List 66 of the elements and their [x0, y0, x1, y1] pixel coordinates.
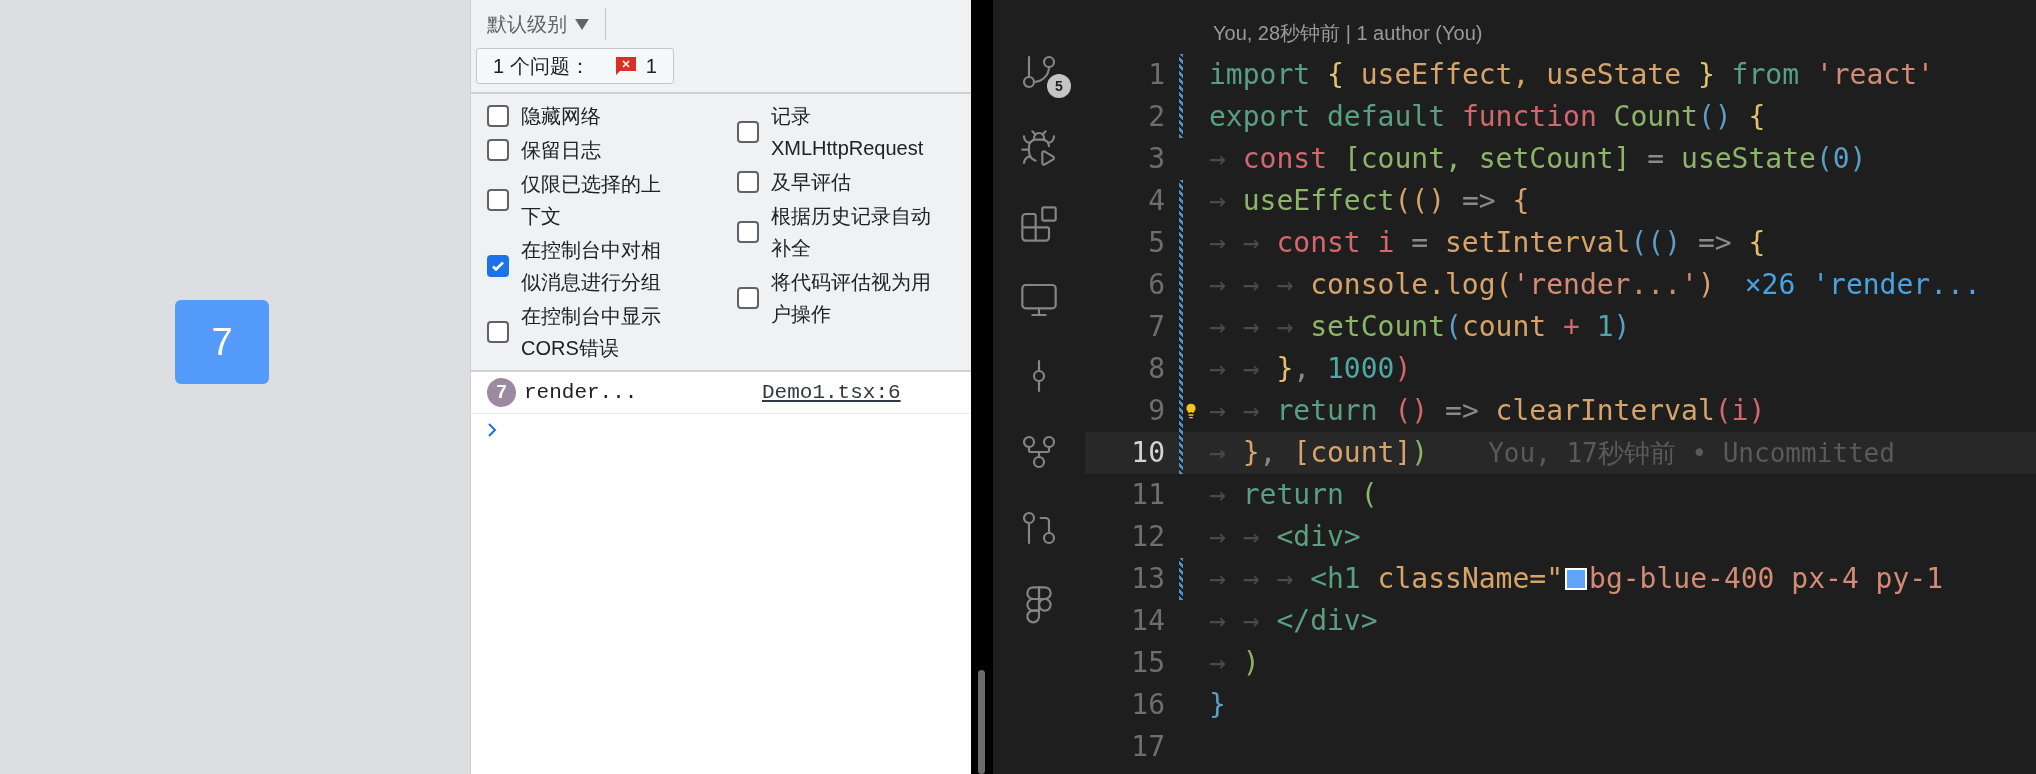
line-number: 4 [1147, 183, 1165, 219]
checkbox[interactable] [487, 255, 509, 277]
code-text: import { useEffect, useState } from 'react' [1209, 57, 1934, 93]
line-number: 17 [1130, 729, 1165, 765]
line-number: 3 [1147, 141, 1165, 177]
line-number: 8 [1147, 351, 1165, 387]
checkbox[interactable] [737, 221, 759, 243]
setting-label: 仅限已选择的上下文 [521, 172, 662, 229]
checkbox[interactable] [737, 171, 759, 193]
code-text: → ) [1209, 645, 1260, 681]
line-number: 9 [1147, 393, 1165, 429]
issues-button[interactable]: 1 个问题： 1 [476, 48, 674, 84]
line-number: 15 [1130, 645, 1165, 681]
checkbox[interactable] [737, 287, 759, 309]
line-number: 6 [1147, 267, 1165, 303]
checkbox[interactable] [737, 121, 759, 143]
code-text: → → </div> [1209, 603, 1378, 639]
blame-header[interactable]: You, 28秒钟前 | 1 author (You) [1213, 18, 1483, 48]
line-number: 16 [1130, 687, 1165, 723]
line-number: 7 [1147, 309, 1165, 345]
code-text: → → → <h1 className=" [1209, 561, 1564, 597]
code-text: → → → setCount(count + 1) [1209, 309, 1631, 345]
level-filter-dropdown[interactable]: 默认级别 [487, 9, 589, 39]
setting-label: 将代码评估视为用户操作 [771, 270, 932, 327]
code-text: → → <div> [1209, 519, 1361, 555]
line-number: 14 [1130, 603, 1165, 639]
line-number: 13 [1130, 561, 1165, 597]
prompt-chevron-icon[interactable] [487, 422, 497, 438]
line-number: 10 [1130, 435, 1165, 471]
code-text: → → }, 1000) [1209, 351, 1412, 387]
code-text: → return ( [1209, 477, 1378, 513]
setting-label: 及早评估 [771, 170, 852, 195]
code-text: → }, [count]) [1209, 435, 1429, 471]
blocks-icon[interactable] [1019, 204, 1059, 244]
setting-label: 在控制台中对相似消息进行分组 [521, 238, 662, 295]
line-number: 2 [1147, 99, 1165, 135]
code-text: → → return () => clearInterval(i) [1209, 393, 1766, 429]
scrollbar-thumb[interactable] [978, 670, 985, 774]
setting-label: 在控制台中显示CORS错误 [521, 304, 662, 361]
line-number: 12 [1130, 519, 1165, 555]
log-count-hint: ×26 'render... [1744, 267, 1981, 303]
code-text: → → const i = setInterval(() => { [1209, 225, 1766, 261]
line-number: 1 [1147, 57, 1165, 93]
setting-label: 根据历史记录自动补全 [771, 204, 932, 261]
checkbox[interactable] [487, 321, 509, 343]
checkbox[interactable] [487, 139, 509, 161]
code-text: export default function Count() { [1209, 99, 1766, 135]
repeat-count-badge: 7 [487, 378, 516, 407]
caret-icon [575, 18, 589, 30]
code-text: } [1209, 687, 1226, 723]
code-text: → const [count, setCount] = useState(0) [1209, 141, 1867, 177]
code-text: → → → console.log('render...') [1209, 267, 1715, 303]
line-number: 5 [1147, 225, 1165, 261]
error-flag-icon [615, 57, 636, 75]
count-badge: 5 [1047, 74, 1071, 98]
code-text: → useEffect(() => { [1209, 183, 1530, 219]
source-link[interactable]: Demo1.tsx:6 [762, 376, 901, 409]
checkbox[interactable] [487, 105, 509, 127]
checkbox[interactable] [487, 189, 509, 211]
line-number: 11 [1130, 477, 1165, 513]
counter: 7 [175, 300, 269, 384]
code-text: bg-blue-400 px-4 py-1 [1589, 561, 1944, 597]
setting-label: 保留日志 [521, 138, 602, 163]
setting-label: 隐藏网络 [521, 104, 602, 129]
setting-label: 记录XMLHttpRequest [771, 104, 925, 161]
log-message: render... [524, 379, 639, 406]
